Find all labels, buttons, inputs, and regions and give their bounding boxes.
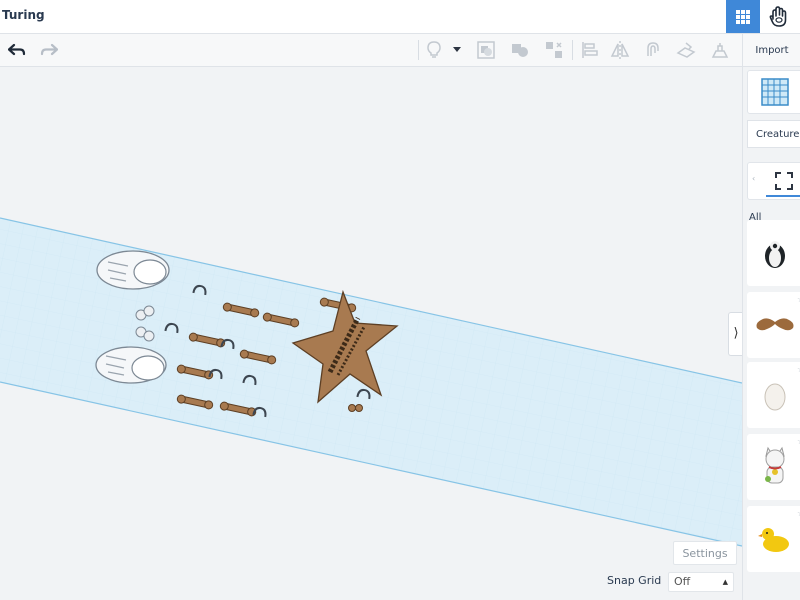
design-canvas[interactable] — [0, 67, 742, 600]
cruise-button[interactable] — [641, 40, 663, 60]
caret-up-icon: ▲ — [722, 578, 728, 586]
collapse-panel-button[interactable]: ⟩ — [728, 312, 743, 356]
mustache-icon — [756, 318, 794, 331]
grid-icon — [736, 9, 750, 24]
active-tab-indicator — [766, 195, 800, 197]
cruise-icon — [647, 42, 659, 56]
snap-grid-select[interactable]: Off ▲ — [668, 572, 734, 592]
mirror-icon — [610, 41, 630, 59]
snap-grid-value: Off — [674, 575, 691, 588]
undo-icon — [8, 43, 26, 56]
workplane-grid-icon — [761, 78, 789, 106]
workplane-scene — [0, 217, 742, 547]
ruler-icon — [711, 43, 729, 58]
undo-button[interactable] — [6, 40, 28, 60]
group-button[interactable] — [475, 40, 497, 60]
align-button[interactable] — [579, 40, 601, 60]
workplane-shape[interactable] — [747, 70, 800, 114]
egg-icon — [764, 383, 786, 411]
align-tool-icon — [546, 42, 562, 58]
workplane-icon — [676, 42, 696, 58]
title-bar: Turing — [0, 0, 800, 34]
fit-frame-icon[interactable] — [774, 171, 794, 191]
light-bulb-icon — [427, 41, 441, 58]
import-button[interactable]: Import — [743, 34, 800, 67]
design-title[interactable]: Turing — [2, 8, 45, 22]
group-icon — [477, 41, 495, 59]
library-tabs: ‹ — [747, 162, 800, 200]
hand-icon — [769, 5, 787, 27]
ruler-button[interactable] — [709, 40, 731, 60]
toolbar — [0, 34, 742, 67]
mirror-button[interactable] — [609, 40, 631, 60]
settings-button[interactable]: Settings — [673, 541, 737, 565]
ungroup-button[interactable] — [509, 40, 531, 60]
redo-icon — [40, 43, 58, 56]
lucky-cat-icon — [765, 446, 785, 484]
light-button[interactable] — [423, 40, 445, 60]
duck-icon — [758, 528, 789, 552]
3d-design-view-button[interactable] — [726, 0, 760, 33]
shape-egg[interactable]: ☆ — [747, 362, 800, 428]
shape-library-select[interactable]: Creatures — [747, 120, 800, 148]
shape-duck[interactable]: ☆ — [747, 506, 800, 572]
light-dropdown[interactable] — [450, 40, 464, 60]
redo-button[interactable] — [38, 40, 60, 60]
shapes-panel: Import Creatures ‹ All ☆ ☆ — [742, 34, 800, 600]
shape-lucky-cat[interactable]: ☆ — [747, 434, 800, 500]
toolbar-divider — [572, 40, 573, 60]
workplane-button[interactable] — [675, 40, 697, 60]
shape-mustache[interactable]: ☆ — [747, 292, 800, 358]
snap-grid-label: Snap Grid — [607, 574, 662, 587]
toolbar-divider — [418, 40, 419, 60]
penguin-icon — [765, 241, 785, 268]
dropdown-caret-icon — [453, 47, 461, 52]
shoe-part-bottom[interactable] — [95, 346, 167, 384]
chevron-left-icon[interactable]: ‹ — [752, 174, 755, 183]
codeblocks-view-button[interactable] — [762, 0, 796, 33]
shape-penguin[interactable] — [747, 220, 800, 286]
shoe-part-top[interactable] — [96, 250, 170, 290]
ungroup-icon — [512, 44, 528, 57]
chevron-right-icon: ⟩ — [733, 326, 739, 341]
align-icon — [582, 42, 598, 58]
align-tool-button[interactable] — [543, 40, 565, 60]
